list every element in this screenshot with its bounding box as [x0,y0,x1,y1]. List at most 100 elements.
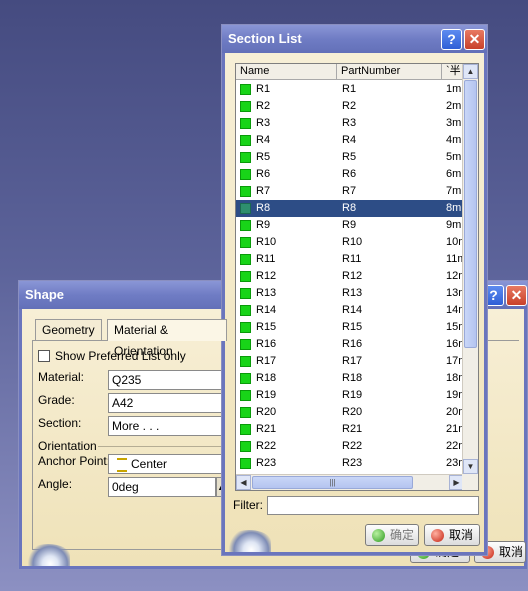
section-list-title: Section List [228,31,302,46]
section-item-icon [240,203,251,214]
section-ok-button[interactable]: 确定 [365,524,419,546]
list-item[interactable]: R6R66mm [236,166,464,183]
section-cancel-button[interactable]: 取消 [424,524,480,546]
item-name: R14 [256,304,277,316]
item-name: R7 [256,185,271,197]
item-partnumber: R3 [342,117,357,129]
section-item-icon [240,373,251,384]
section-list-header: Name PartNumber `半 [236,64,464,80]
list-item[interactable]: R2R22mm [236,98,464,115]
section-item-icon [240,152,251,163]
section-item-icon [240,407,251,418]
section-list-body: Name PartNumber `半 R1R11mmR2R22mmR3R33mm… [222,53,487,555]
tab-geometry[interactable]: Geometry [35,319,102,341]
section-item-icon [240,101,251,112]
item-partnumber: R21 [342,423,363,435]
filter-input[interactable] [267,496,479,515]
scroll-up-icon[interactable]: ▲ [463,64,478,79]
item-name: R5 [256,151,271,163]
section-item-icon [240,169,251,180]
show-preferred-checkbox[interactable] [38,350,50,362]
scroll-down-icon[interactable]: ▼ [463,459,478,474]
list-item[interactable]: R22R2222m [236,438,464,455]
column-header-size[interactable]: `半 [442,64,464,80]
item-name: R9 [256,219,271,231]
list-item[interactable]: R11R1111m [236,251,464,268]
section-item-icon [240,186,251,197]
item-name: R8 [256,202,271,214]
section-item-icon [240,339,251,350]
section-item-icon [240,135,251,146]
section-item-icon [240,271,251,282]
vertical-scrollbar[interactable]: ▲ ▼ [462,64,478,474]
item-name: R6 [256,168,271,180]
list-item[interactable]: R3R33mm [236,115,464,132]
list-item[interactable]: R21R2121m [236,421,464,438]
item-partnumber: R19 [342,389,363,401]
section-help-button[interactable]: ? [441,29,462,50]
shape-cancel-label: 取消 [499,545,524,559]
anchor-point-field[interactable]: Center [108,454,228,474]
item-partnumber: R9 [342,219,357,231]
item-partnumber: R16 [342,338,363,350]
scroll-left-icon[interactable]: ◀ [236,475,251,490]
section-cancel-label: 取消 [449,528,474,542]
item-name: R23 [256,457,277,469]
angle-field[interactable]: 0deg [108,477,216,497]
section-item-icon [240,84,251,95]
vertical-scroll-thumb[interactable] [464,80,477,348]
list-item[interactable]: R16R1616m [236,336,464,353]
list-item[interactable]: R7R77mm [236,183,464,200]
list-item[interactable]: R20R2020m [236,404,464,421]
green-dot-icon [372,529,385,542]
list-item[interactable]: R14R1414m [236,302,464,319]
item-name: R17 [256,355,277,367]
red-dot-icon [431,529,444,542]
grade-label: Grade: [38,393,75,407]
item-partnumber: R7 [342,185,357,197]
item-name: R20 [256,406,277,418]
horizontal-scroll-thumb[interactable]: ||| [252,476,413,489]
material-field[interactable]: Q235 [108,370,228,390]
list-item[interactable]: R18R1818m [236,370,464,387]
item-partnumber: R11 [342,253,362,265]
section-ok-label: 确定 [390,528,415,542]
list-item[interactable]: R1R11mm [236,81,464,98]
section-item-icon [240,424,251,435]
list-item[interactable]: R17R1717m [236,353,464,370]
list-item[interactable]: R9R99mm [236,217,464,234]
list-item[interactable]: R15R1515m [236,319,464,336]
item-name: R1 [256,83,271,95]
anchor-point-label: Anchor Point: [38,454,111,468]
anchor-point-value: Center [131,457,168,471]
item-name: R12 [256,270,277,282]
list-item[interactable]: R4R44mm [236,132,464,149]
orientation-divider [98,446,228,447]
section-item-icon [240,288,251,299]
section-field[interactable]: More . . . [108,416,228,436]
item-partnumber: R13 [342,287,363,299]
list-item[interactable]: R13R1313m [236,285,464,302]
tab-material-orientation[interactable]: Material & Orientation [107,319,227,358]
section-list[interactable]: Name PartNumber `半 R1R11mmR2R22mmR3R33mm… [235,63,479,491]
section-close-button[interactable]: ✕ [464,29,485,50]
section-item-icon [240,390,251,401]
grade-field[interactable]: A42 [108,393,228,413]
filter-label: Filter: [233,498,263,512]
list-item[interactable]: R8R88mm [236,200,464,217]
list-item[interactable]: R5R55mm [236,149,464,166]
list-item[interactable]: R12R1212m [236,268,464,285]
item-partnumber: R22 [342,440,363,452]
list-item[interactable]: R10R1010m [236,234,464,251]
item-name: R13 [256,287,277,299]
horizontal-scrollbar[interactable]: ◀ ||| ▶ [236,474,464,490]
list-item[interactable]: R19R1919m [236,387,464,404]
column-header-name[interactable]: Name [236,64,337,80]
shape-close-button[interactable]: ✕ [506,285,527,306]
catia-logo [227,530,271,552]
item-name: R19 [256,389,277,401]
item-partnumber: R17 [342,355,363,367]
item-partnumber: R1 [342,83,357,95]
list-item[interactable]: R23R2323m [236,455,464,472]
column-header-partnumber[interactable]: PartNumber [337,64,442,80]
